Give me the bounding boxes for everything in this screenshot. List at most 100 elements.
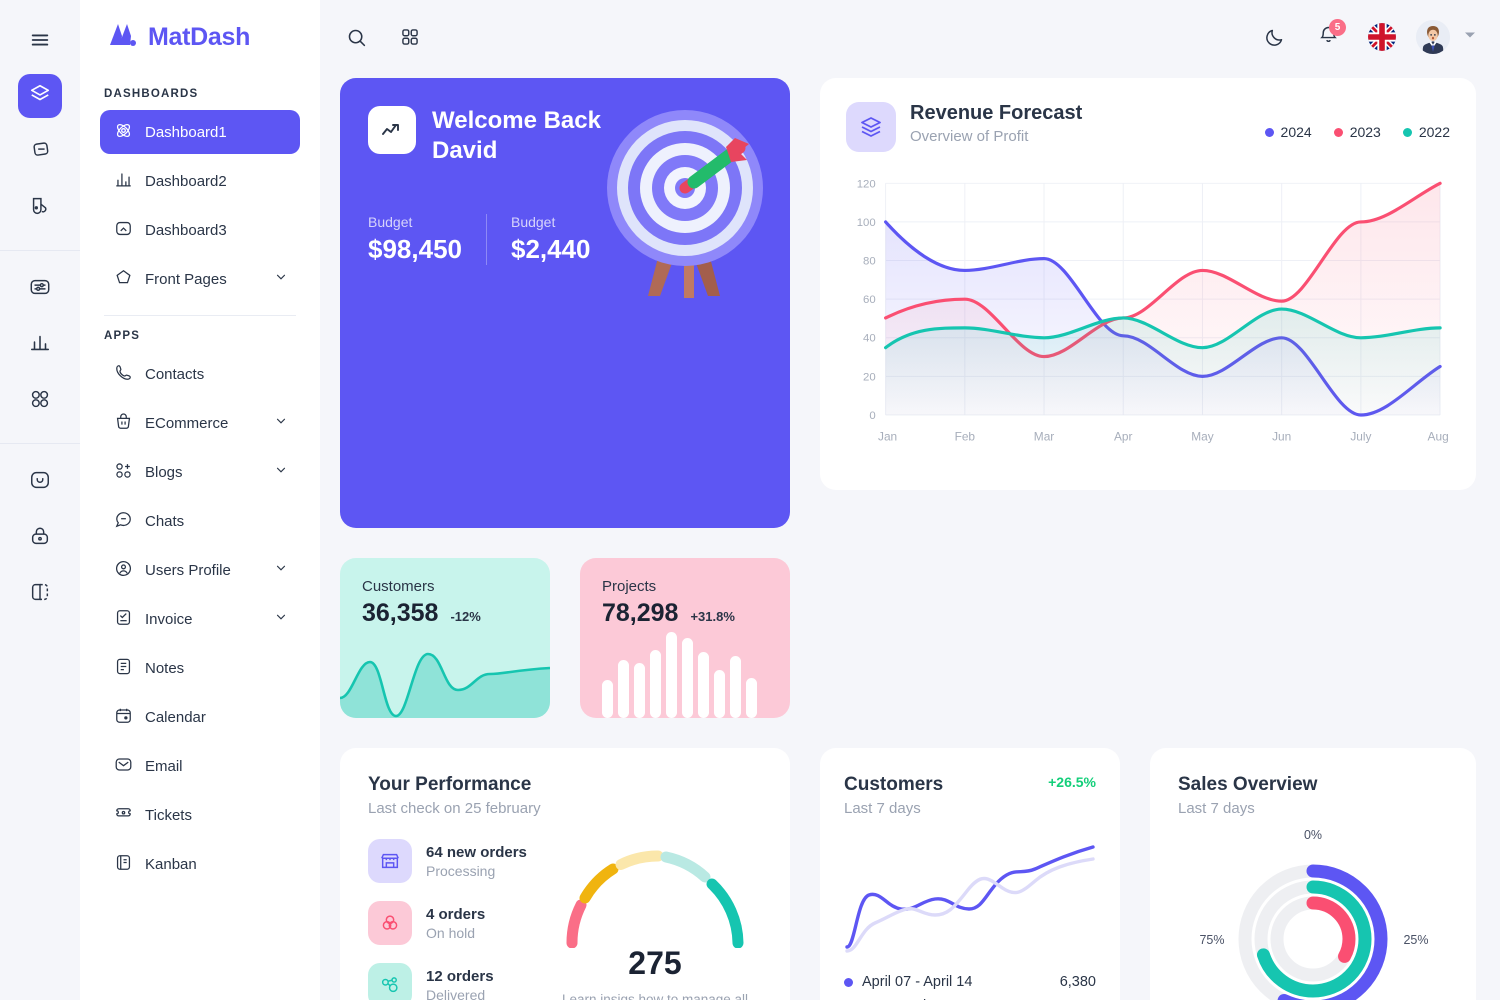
brand-logo[interactable]: MatDash (100, 0, 300, 74)
user-avatar[interactable] (1416, 20, 1450, 54)
apps-grid-icon[interactable] (390, 17, 430, 57)
legend-label: 2023 (1349, 124, 1381, 140)
sidebar-item-label: Users Profile (145, 561, 231, 579)
order-status: Delivered (426, 986, 486, 1000)
basket-icon (114, 412, 133, 435)
main-area: 5 Welcome Back David Budget $98,450 Budg… (320, 0, 1500, 1000)
list-item-text: 64 new orders Processing (426, 844, 527, 879)
performance-order-list: 64 new orders Processing 4 orders On hol… (368, 839, 548, 1000)
list-item[interactable]: 12 orders Delivered (368, 963, 548, 1000)
sidebar-item-label: Front Pages (145, 270, 227, 288)
customers-card: Customers Last 7 days +26.5% April 07 - … (820, 748, 1120, 1000)
svg-text:May: May (1191, 430, 1213, 444)
legend-dot (1402, 127, 1412, 137)
budget-item: Budget $2,440 (485, 214, 591, 265)
svg-text:Mar: Mar (1034, 430, 1054, 444)
sidebar-item-label: Dashboard2 (145, 172, 227, 190)
sliders-icon (29, 276, 51, 303)
legend-label: 2024 (1280, 124, 1312, 140)
sidebar-item-notes[interactable]: Notes (100, 646, 300, 690)
performance-body: 64 new orders Processing 4 orders On hol… (368, 839, 762, 1000)
window-arrow-icon (114, 219, 133, 242)
radial-label-right: 25% (1403, 933, 1428, 947)
stat-value-row: 78,298 +31.8% (602, 599, 768, 628)
rail-item-bar-chart[interactable] (18, 323, 62, 367)
sidebar-item-kanban[interactable]: Kanban (100, 842, 300, 886)
order-title: 64 new orders (426, 843, 527, 861)
revenue-forecast-chart: 12010080 6040200 Jan Feb Mar Apr May Jun… (857, 178, 1449, 444)
sidebar-item-invoice[interactable]: Invoice (100, 597, 300, 641)
notification-bell-button[interactable]: 5 (1308, 17, 1348, 57)
sidebar-item-chats[interactable]: Chats (100, 499, 300, 543)
svg-text:100: 100 (857, 217, 876, 229)
sidebar-item-front-pages[interactable]: Front Pages (100, 257, 300, 301)
sidebar-item-dashboard3[interactable]: Dashboard3 (100, 208, 300, 252)
customers-titles: Customers Last 7 days (844, 774, 943, 817)
performance-gauge-chart (566, 850, 744, 949)
rail-item-lock[interactable] (18, 516, 62, 560)
rail-item-apps[interactable] (18, 379, 62, 423)
stat-label: Customers (362, 578, 435, 595)
caret-down-icon[interactable] (1464, 28, 1476, 46)
rail-item-smile-box[interactable] (18, 460, 62, 504)
sidebar-divider (104, 315, 296, 316)
rail-item-panel-split[interactable] (18, 572, 62, 616)
legend-label: April 07 - April 14 (862, 974, 973, 990)
sidebar: MatDash DASHBOARDS Dashboard1 Dashboard2… (80, 0, 320, 1000)
rail-item-palette[interactable] (18, 186, 62, 230)
sidebar-item-label: Notes (145, 659, 185, 677)
pentagon-icon (114, 268, 133, 291)
forecast-title: Revenue Forecast (910, 102, 1083, 124)
svg-text:20: 20 (863, 371, 876, 383)
sidebar-item-calendar[interactable]: Calendar (100, 695, 300, 739)
sidebar-item-ecommerce[interactable]: ECommerce (100, 401, 300, 445)
sidebar-item-users-profile[interactable]: Users Profile (100, 548, 300, 592)
forecast-header: Revenue Forecast Overview of Profit 2024… (846, 102, 1450, 152)
sidebar-item-email[interactable]: Email (100, 744, 300, 788)
legend-item-2023[interactable]: 2023 (1333, 124, 1381, 140)
forecast-titles: Revenue Forecast Overview of Profit (910, 102, 1082, 145)
legend-dot (844, 977, 853, 987)
user-circle-icon (114, 559, 133, 582)
sales-title: Sales Overview (1178, 774, 1318, 795)
sidebar-item-blogs[interactable]: Blogs (100, 450, 300, 494)
hamburger-menu-icon[interactable] (18, 18, 62, 62)
notes-icon (114, 657, 133, 680)
sidebar-item-label: Chats (145, 512, 185, 530)
svg-text:0: 0 (869, 410, 875, 422)
rail-item-layers[interactable] (18, 74, 62, 118)
list-item[interactable]: 64 new orders Processing (368, 839, 548, 883)
panel-split-icon (29, 581, 51, 608)
sidebar-item-label: Contacts (145, 365, 205, 383)
legend-row: April 07 - April 14 6,380 (844, 974, 1096, 990)
ticket-icon (114, 804, 133, 827)
svg-text:Aug: Aug (1428, 430, 1449, 444)
chevron-down-icon (274, 270, 288, 288)
search-icon[interactable] (336, 17, 376, 57)
sidebar-item-dashboard1[interactable]: Dashboard1 (100, 110, 300, 154)
legend-item-2024[interactable]: 2024 (1264, 124, 1312, 140)
sidebar-item-contacts[interactable]: Contacts (100, 352, 300, 396)
rail-item-sliders[interactable] (18, 267, 62, 311)
brand-name: MatDash (148, 22, 251, 51)
blog-add-icon (114, 461, 133, 484)
gauge-value: 275 (628, 945, 682, 981)
legend-item-2022[interactable]: 2022 (1402, 124, 1450, 140)
circles-icon (368, 901, 412, 945)
sidebar-item-label: Dashboard1 (145, 123, 227, 141)
order-status: Processing (426, 862, 496, 879)
list-item[interactable]: 4 orders On hold (368, 901, 548, 945)
sidebar-item-label: ECommerce (145, 414, 229, 432)
sales-radial-chart: 0% 25% 50% 75% (1199, 828, 1429, 1000)
budget-item: Budget $98,450 (368, 214, 486, 265)
sidebar-item-dashboard2[interactable]: Dashboard2 (100, 159, 300, 203)
stat-cards-row: Customers 36,358 -12% Projects 78,298 +3… (340, 558, 790, 718)
forecast-subtitle: Overview of Profit (910, 128, 1029, 145)
rail-item-cards[interactable] (18, 130, 62, 174)
uk-flag-icon[interactable] (1362, 17, 1402, 57)
moon-dark-mode-icon[interactable] (1254, 17, 1294, 57)
sidebar-item-tickets[interactable]: Tickets (100, 793, 300, 837)
lock-icon (29, 525, 51, 552)
legend-dot (1333, 127, 1343, 137)
stat-value: 78,298 (602, 599, 679, 627)
